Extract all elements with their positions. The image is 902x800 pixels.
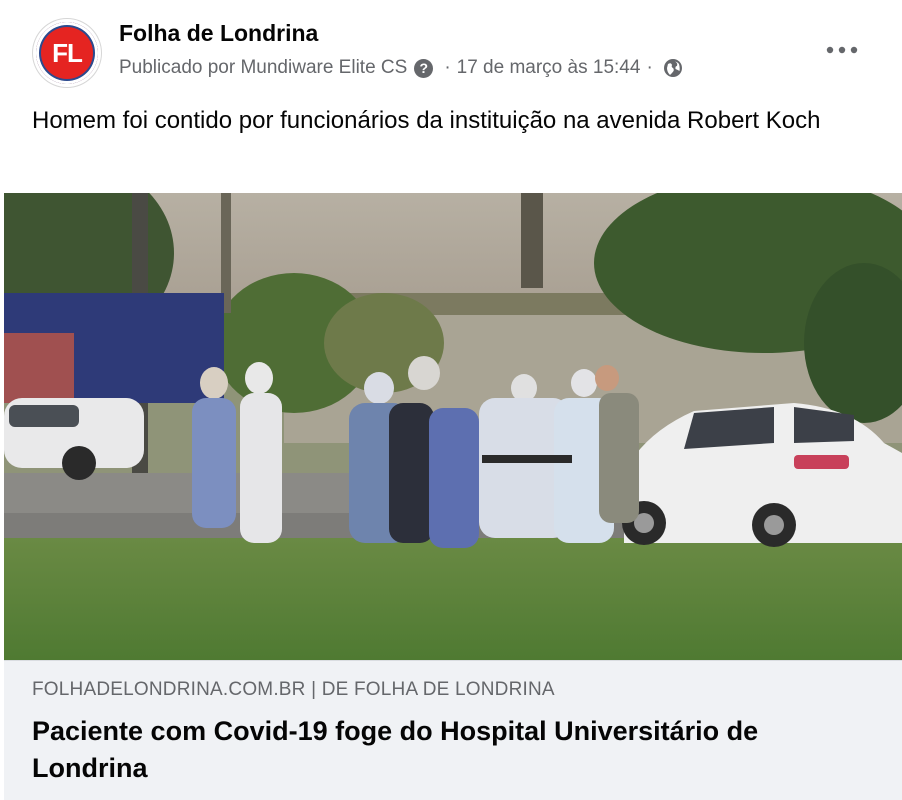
question-icon[interactable]: ? — [414, 58, 434, 78]
meta-separator: · — [646, 57, 653, 78]
published-by-text: Publicado por Mundiware Elite CS — [119, 57, 408, 78]
post-timestamp[interactable]: 17 de março às 15:44 — [457, 57, 641, 79]
page-avatar[interactable]: FL — [32, 18, 102, 88]
post-header: FL Folha de Londrina Publicado por Mundi… — [0, 0, 902, 92]
link-title[interactable]: Paciente com Covid-19 foge do Hospital U… — [32, 713, 872, 787]
link-domain: FOLHADELONDRINA.COM.BR | DE FOLHA DE LON… — [32, 679, 555, 700]
post-meta: Publicado por Mundiware Elite CS ? · 17 … — [119, 57, 683, 79]
page-name-link[interactable]: Folha de Londrina — [119, 20, 318, 47]
feed-post: FL Folha de Londrina Publicado por Mundi… — [0, 0, 902, 800]
avatar-logo: FL — [36, 22, 98, 84]
meta-separator: · — [444, 57, 451, 78]
link-preview[interactable]: FOLHADELONDRINA.COM.BR | DE FOLHA DE LON… — [4, 660, 902, 800]
more-options-button[interactable] — [822, 32, 862, 68]
post-caption: Homem foi contido por funcionários da in… — [32, 107, 821, 134]
globe-icon — [663, 58, 683, 78]
more-horizontal-icon — [826, 41, 858, 59]
post-image[interactable] — [4, 193, 902, 660]
street-scene-image — [4, 193, 902, 660]
